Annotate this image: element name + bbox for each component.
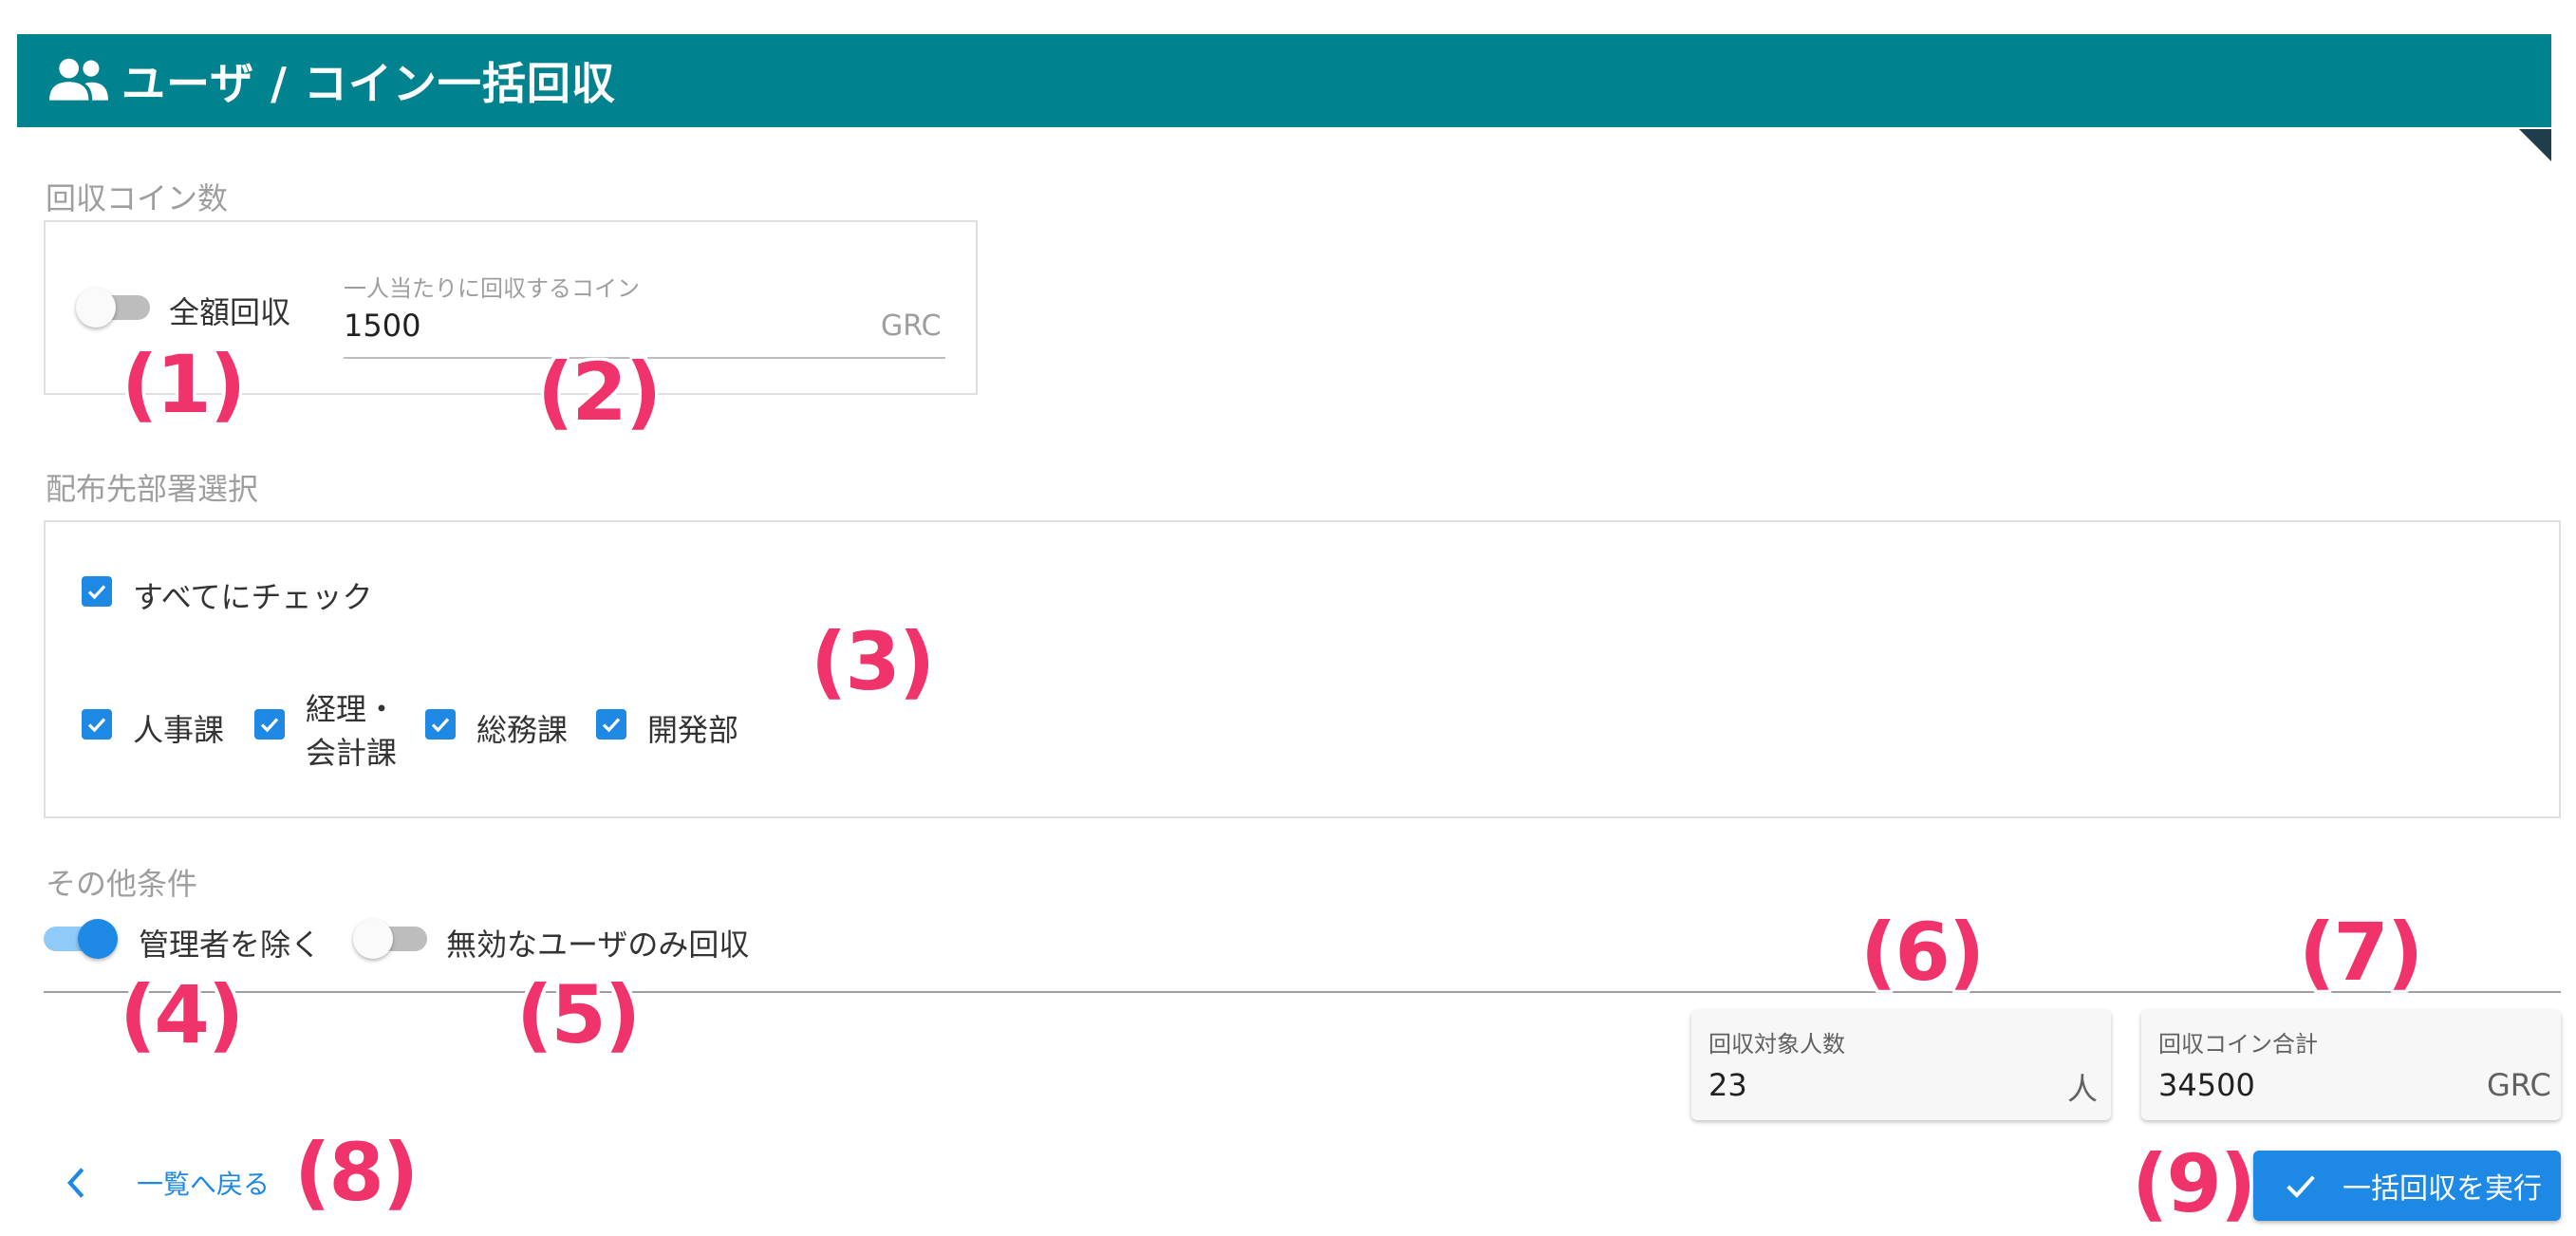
callout-7: (7) — [2299, 906, 2423, 999]
check-icon — [87, 585, 106, 600]
dept-checkbox-general-affairs[interactable] — [425, 709, 456, 740]
page-title: ユーザ / コイン一括回収 — [121, 58, 616, 109]
select-all-checkbox[interactable] — [82, 576, 112, 607]
dept-label-accounting-line2: 会計課 — [306, 735, 398, 771]
other-conditions-label: その他条件 — [46, 866, 198, 902]
users-icon — [49, 58, 108, 101]
target-users-label: 回収対象人数 — [1708, 1031, 1845, 1058]
callout-6: (6) — [1860, 906, 1985, 999]
check-icon — [602, 718, 621, 733]
per-user-coin-label: 一人当たりに回収するコイン — [344, 275, 640, 302]
department-panel — [44, 520, 2561, 818]
header-fold-corner — [2519, 129, 2551, 161]
per-user-coin-input[interactable]: 1500 — [344, 308, 420, 344]
callout-5: (5) — [516, 968, 641, 1061]
back-to-list-link[interactable]: 一覧へ戻る — [63, 1164, 270, 1202]
check-icon — [260, 718, 279, 733]
toggle-knob — [76, 288, 116, 328]
dept-checkbox-hr[interactable] — [82, 709, 112, 740]
check-icon — [2287, 1175, 2315, 1198]
total-coins-unit: GRC — [2487, 1067, 2551, 1103]
section-divider — [44, 991, 2561, 993]
select-all-label: すべてにチェック — [133, 579, 373, 615]
callout-4: (4) — [120, 968, 244, 1061]
exclude-admin-label: 管理者を除く — [139, 927, 322, 963]
per-user-coin-unit: GRC — [881, 309, 942, 343]
toggle-knob — [78, 919, 118, 959]
dept-label-accounting-line1: 経理・ — [306, 691, 398, 727]
dept-label-general-affairs: 総務課 — [476, 712, 569, 748]
dept-label-development: 開発部 — [647, 712, 739, 748]
execute-bulk-collect-button[interactable]: 一括回収を実行 — [2253, 1151, 2561, 1221]
callout-3: (3) — [811, 615, 935, 708]
toggle-knob — [353, 919, 393, 959]
check-icon — [431, 718, 450, 733]
callout-2: (2) — [537, 346, 662, 439]
callout-9: (9) — [2132, 1137, 2256, 1230]
total-coins-value: 34500 — [2158, 1067, 2255, 1103]
target-users-unit: 人 — [2067, 1071, 2099, 1107]
page-header: ユーザ / コイン一括回収 — [17, 34, 2551, 161]
dept-checkbox-development[interactable] — [596, 709, 626, 740]
invalid-users-only-label: 無効なユーザのみ回収 — [446, 927, 750, 963]
dept-label-hr: 人事課 — [133, 712, 225, 748]
total-coins-label: 回収コイン合計 — [2158, 1031, 2318, 1058]
check-icon — [87, 718, 106, 733]
target-users-value: 23 — [1708, 1067, 1747, 1103]
full-collect-label: 全額回収 — [169, 294, 291, 330]
execute-bulk-collect-label: 一括回収を実行 — [2343, 1172, 2542, 1206]
callout-8: (8) — [294, 1126, 419, 1219]
callout-1: (1) — [121, 338, 246, 431]
dept-checkbox-accounting[interactable] — [254, 709, 285, 740]
collect-section-label: 回収コイン数 — [46, 180, 229, 216]
department-section-label: 配布先部署選択 — [46, 471, 259, 507]
back-to-list-label: 一覧へ戻る — [137, 1169, 271, 1200]
chevron-left-icon — [66, 1168, 84, 1198]
